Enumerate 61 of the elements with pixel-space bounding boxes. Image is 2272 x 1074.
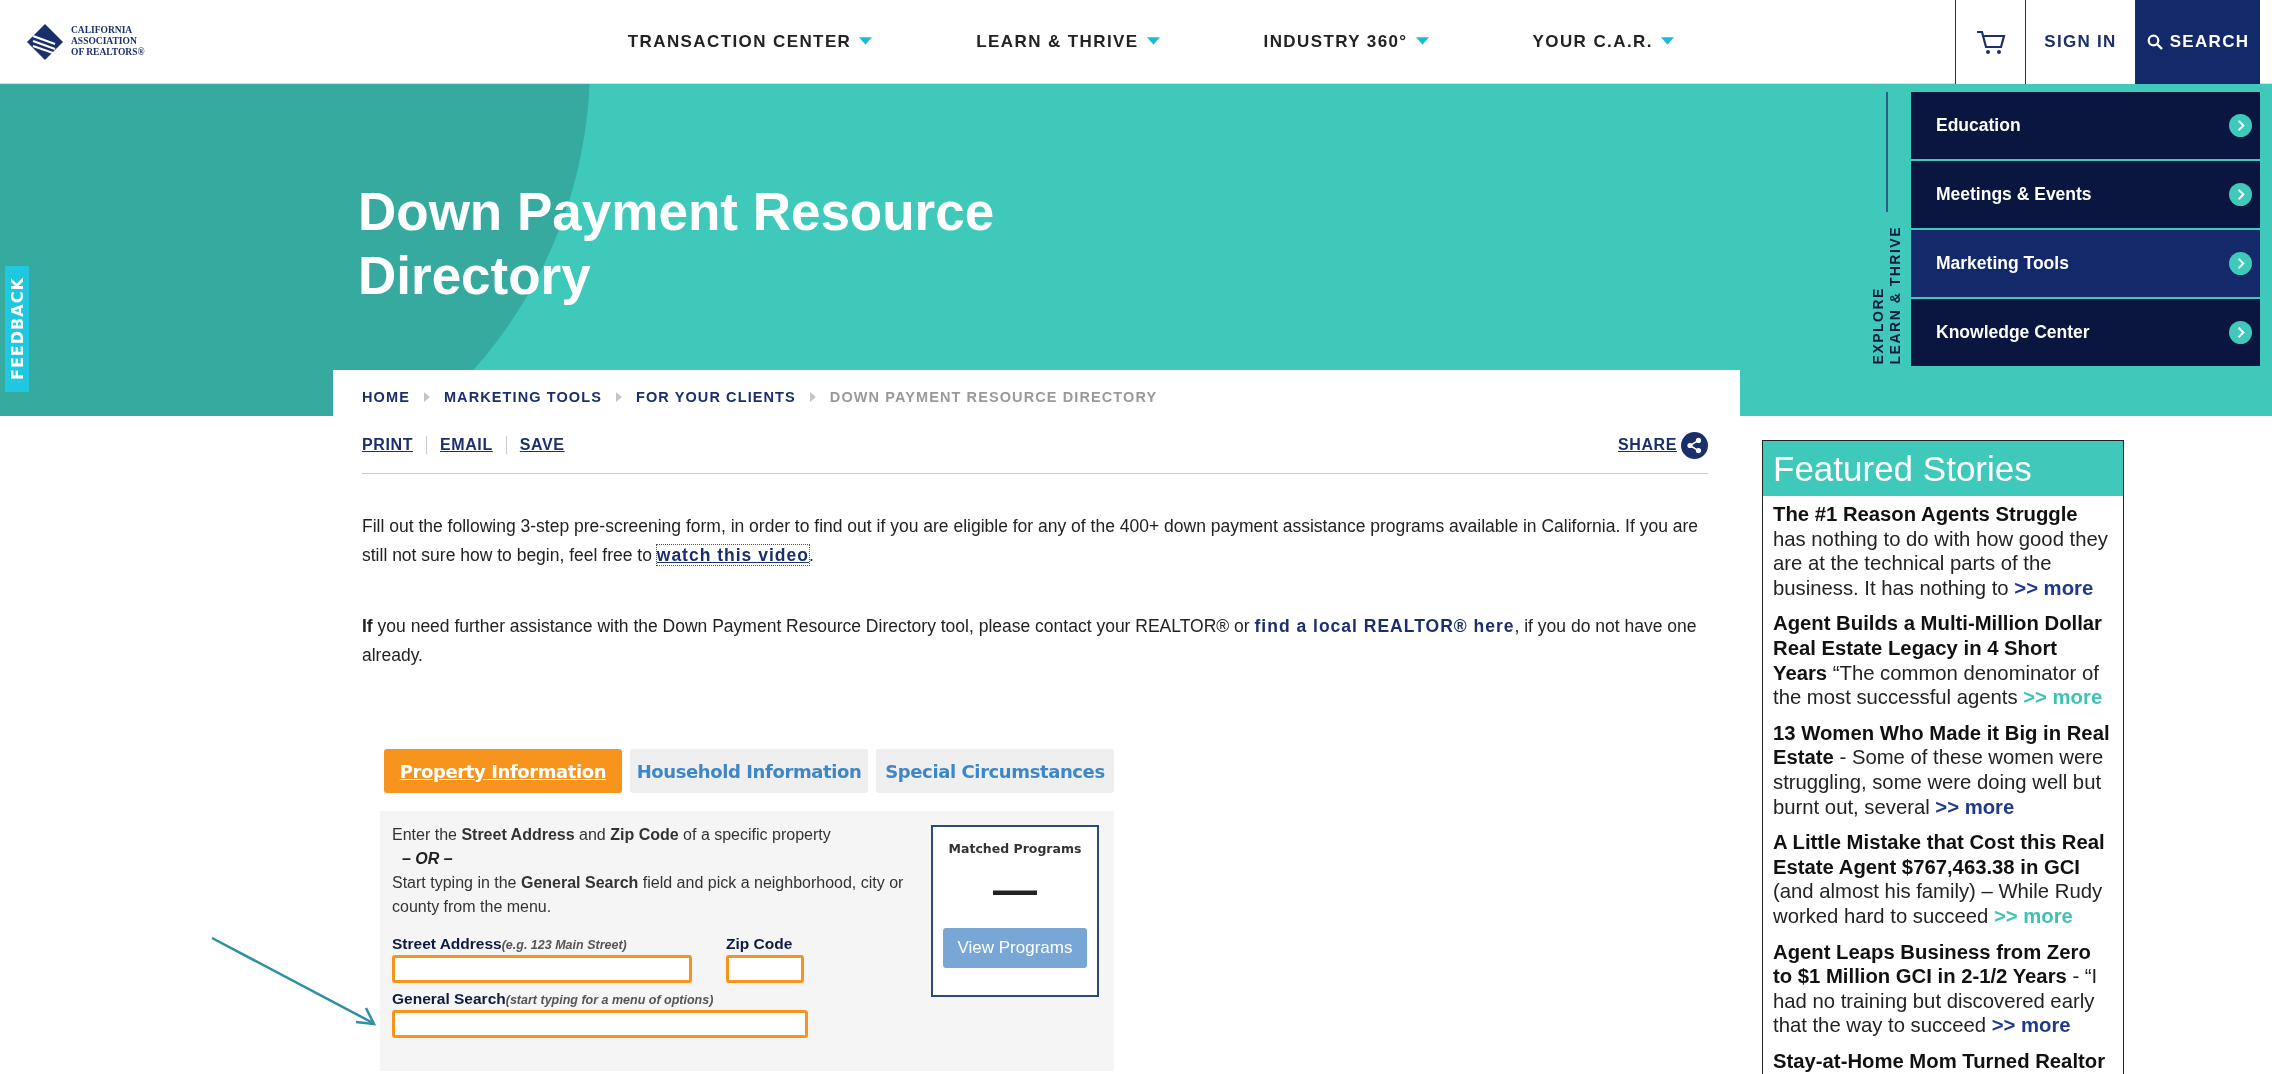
story-text: Agent Leaps Business from Zero to $1 Million GCI in 2-1/2 Years - “I had no training but discovered early that the way to succeed >> more xyxy=(1773,939,2099,1038)
card-title: Matched Programs xyxy=(948,841,1082,856)
story-text: The #1 Reason Agents Struggle has nothing to do with how good they are at the technical parts of the business. It has nothing to >> more xyxy=(1773,502,2109,601)
explore-label: EXPLORE LEARN & THRIVE xyxy=(1870,226,1904,365)
field-label: Street Address(e.g. 123 Main Street) xyxy=(392,935,628,953)
find-realtor-link[interactable]: find a local REALTOR® here xyxy=(1254,616,1515,636)
action-link[interactable]: SAVE xyxy=(505,436,565,454)
chevron-right-icon xyxy=(2229,114,2252,137)
or-separator: – OR – xyxy=(401,849,454,869)
nav-menu-item[interactable]: INDUSTRY 360° xyxy=(1263,31,1408,52)
more-link[interactable]: >> more xyxy=(1935,795,2015,818)
action-link[interactable]: PRINT xyxy=(362,436,413,454)
side-menu-item[interactable]: Knowledge Center xyxy=(1911,299,2260,366)
nav-menu-item[interactable]: TRANSACTION CENTER xyxy=(627,31,852,52)
search-button[interactable]: SEARCH xyxy=(2135,0,2260,84)
intro-paragraph: Fill out the following 3-step pre-screening form, in order to find out if you are eligible for any of the 400+ down payment assistance programs available in California. If you are still not sure how to begin, feel free to watch this video. xyxy=(362,515,1700,567)
caret-icon[interactable] xyxy=(1415,37,1429,46)
program-count: — xyxy=(993,864,1037,916)
field-label: Zip Code xyxy=(726,935,794,953)
action-link[interactable]: EMAIL xyxy=(426,436,493,454)
caret-icon[interactable] xyxy=(859,37,873,46)
breadcrumb-link[interactable]: FOR YOUR CLIENTS xyxy=(635,389,796,405)
sign-in-button[interactable]: SIGN IN xyxy=(2025,0,2135,84)
input-field[interactable] xyxy=(392,1010,808,1038)
help-paragraph: If you need further assistance with the Down Payment Resource Directory tool, please contact your REALTOR® or find a local REALTOR® here, if you do not have one already. xyxy=(362,615,1698,667)
cart-icon xyxy=(1975,28,2006,55)
nav-menu-item[interactable]: YOUR C.A.R. xyxy=(1532,31,1653,52)
share-link[interactable]: SHARE xyxy=(1618,436,1677,454)
search-icon xyxy=(2146,33,2163,50)
side-menu-item[interactable]: Meetings & Events xyxy=(1911,161,2260,228)
nav-menu-item[interactable]: LEARN & THRIVE xyxy=(976,31,1139,52)
video-link[interactable]: watch this video xyxy=(656,545,809,565)
caret-icon[interactable] xyxy=(1146,37,1160,46)
story-text: A Little Mistake that Cost this Real Estate Agent $767,463.38 in GCI (and almost his family) – While Rudy worked hard to succeed >> more xyxy=(1773,830,2106,929)
input-field[interactable] xyxy=(726,955,804,983)
panel-heading: Featured Stories xyxy=(1763,441,2123,496)
more-link[interactable]: >> more xyxy=(1991,1014,2071,1037)
input-field[interactable] xyxy=(392,955,692,983)
instruction-text: Start typing in the General Search field and pick a neighborhood, city or county from the menu. xyxy=(392,873,905,917)
chevron-right-icon xyxy=(2229,321,2252,344)
side-menu-item[interactable]: Marketing Tools xyxy=(1911,230,2260,297)
side-menu-item[interactable]: Education xyxy=(1911,92,2260,159)
cart-button[interactable] xyxy=(1955,0,2025,84)
breadcrumb-separator-icon xyxy=(809,392,816,402)
chevron-right-icon xyxy=(2229,183,2252,206)
share-icon[interactable] xyxy=(1681,431,1708,459)
logo-text[interactable]: CALIFORNIA ASSOCIATION OF REALTORS® xyxy=(71,25,145,58)
story-text: Stay-at-Home Mom Turned Realtor xyxy=(1773,1048,2107,1074)
chevron-right-icon xyxy=(2229,252,2252,275)
breadcrumb-separator-icon xyxy=(615,392,622,402)
instruction-text: Enter the Street Address and Zip Code of a specific property xyxy=(392,825,832,845)
caret-icon[interactable] xyxy=(1660,37,1674,46)
logo-icon[interactable] xyxy=(25,21,65,62)
story-text: Agent Builds a Multi-Million Dollar Real Estate Legacy in 4 Short Years “The common denominator of the most successful agents >> more xyxy=(1773,611,2104,710)
story-text: 13 Women Who Made it Big in Real Estate - Some of these women were struggling, some were doing well but burnt out, several >> more xyxy=(1773,720,2111,820)
more-link[interactable]: >> more xyxy=(2014,576,2094,599)
breadcrumb-link[interactable]: HOME xyxy=(362,389,410,405)
breadcrumb-separator-icon xyxy=(423,392,430,402)
field-label: General Search(start typing for a menu of options) xyxy=(392,990,715,1008)
breadcrumb-link[interactable]: MARKETING TOOLS xyxy=(443,389,602,405)
page-title: Down Payment Resource Directory xyxy=(358,181,996,307)
